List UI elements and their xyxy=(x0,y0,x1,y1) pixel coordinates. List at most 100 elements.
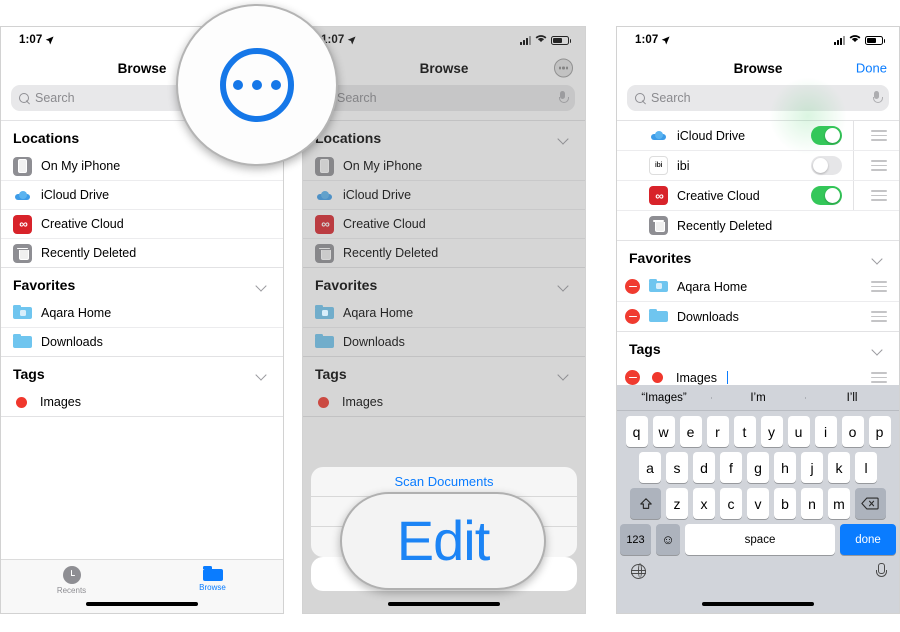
reorder-handle-icon[interactable] xyxy=(871,311,887,322)
key-space[interactable]: space xyxy=(685,524,835,555)
key-e[interactable]: e xyxy=(679,416,702,447)
list-item[interactable]: iCloud Drive xyxy=(1,181,283,210)
key-n[interactable]: n xyxy=(801,488,823,519)
list-item[interactable]: Images xyxy=(303,388,585,417)
chevron-down-icon[interactable] xyxy=(873,255,883,261)
key-q[interactable]: q xyxy=(625,416,648,447)
key-b[interactable]: b xyxy=(774,488,796,519)
key-r[interactable]: r xyxy=(706,416,729,447)
globe-icon[interactable] xyxy=(630,563,646,579)
section-header-tags[interactable]: Tags xyxy=(617,332,899,363)
toggle-ibi[interactable] xyxy=(811,156,842,175)
section-header-favorites[interactable]: Favorites xyxy=(1,268,283,299)
chevron-down-icon[interactable] xyxy=(559,135,569,141)
key-numbers[interactable]: 123 xyxy=(620,524,651,555)
microphone-icon[interactable] xyxy=(558,91,569,105)
tab-browse[interactable]: Browse xyxy=(142,566,283,592)
key-c[interactable]: c xyxy=(720,488,742,519)
microphone-icon[interactable] xyxy=(872,91,883,105)
list-item[interactable]: Recently Deleted xyxy=(1,239,283,268)
page-title: Browse xyxy=(117,60,167,76)
reorder-handle-icon[interactable] xyxy=(871,160,887,171)
list-item[interactable]: Aqara Home xyxy=(1,299,283,328)
folder-special-icon xyxy=(649,277,668,296)
reorder-handle-icon[interactable] xyxy=(871,130,887,141)
key-t[interactable]: t xyxy=(733,416,756,447)
section-header-locations[interactable]: Locations xyxy=(303,121,585,152)
key-o[interactable]: o xyxy=(841,416,864,447)
microphone-icon[interactable] xyxy=(875,563,887,579)
prediction-2[interactable]: I’m xyxy=(711,392,805,404)
reorder-handle-icon[interactable] xyxy=(871,372,887,383)
key-i[interactable]: i xyxy=(814,416,837,447)
chevron-down-icon[interactable] xyxy=(873,346,883,352)
key-d[interactable]: d xyxy=(693,452,715,483)
table-row[interactable]: Downloads xyxy=(617,302,899,332)
home-indicator xyxy=(702,602,814,606)
section-header-tags[interactable]: Tags xyxy=(1,357,283,388)
remove-button[interactable] xyxy=(625,309,640,324)
table-row[interactable]: ibi ibi xyxy=(617,151,899,181)
key-p[interactable]: p xyxy=(868,416,891,447)
tab-recents[interactable]: Recents xyxy=(1,566,142,595)
list-item[interactable]: Downloads xyxy=(1,328,283,357)
table-row[interactable]: Aqara Home xyxy=(617,272,899,302)
list-item[interactable]: Aqara Home xyxy=(303,299,585,328)
key-y[interactable]: y xyxy=(760,416,783,447)
list-item[interactable]: ∞ Creative Cloud xyxy=(303,210,585,239)
cellular-signal-icon xyxy=(520,35,531,45)
search-input[interactable]: Search xyxy=(627,85,889,111)
tag-name-input[interactable]: Images xyxy=(676,371,717,385)
toggle-icloud-drive[interactable] xyxy=(811,126,842,145)
location-arrow-icon xyxy=(45,35,54,45)
key-x[interactable]: x xyxy=(693,488,715,519)
reorder-handle-icon[interactable] xyxy=(871,190,887,201)
key-s[interactable]: s xyxy=(666,452,688,483)
key-h[interactable]: h xyxy=(774,452,796,483)
chevron-down-icon[interactable] xyxy=(257,282,267,288)
list-item[interactable]: Recently Deleted xyxy=(303,239,585,268)
red-tag-dot-icon xyxy=(652,372,663,383)
key-w[interactable]: w xyxy=(652,416,675,447)
table-row[interactable]: iCloud Drive xyxy=(617,121,899,151)
list-item[interactable]: On My iPhone xyxy=(303,152,585,181)
divider xyxy=(853,181,854,210)
keyboard-row-1: q w e r t y u i o p xyxy=(617,411,899,447)
key-k[interactable]: k xyxy=(828,452,850,483)
emoji-icon[interactable]: ☺ xyxy=(656,524,680,555)
list-item[interactable]: iCloud Drive xyxy=(303,181,585,210)
prediction-3[interactable]: I’ll xyxy=(805,392,899,404)
chevron-down-icon[interactable] xyxy=(559,371,569,377)
list-item[interactable]: Downloads xyxy=(303,328,585,357)
browse-list-1: Locations On My iPhone iCloud Drive ∞ Cr… xyxy=(1,120,283,417)
prediction-1[interactable]: “Images” xyxy=(617,392,711,404)
done-button[interactable]: Done xyxy=(856,61,887,76)
remove-button[interactable] xyxy=(625,370,640,385)
chevron-down-icon[interactable] xyxy=(257,371,267,377)
backspace-icon[interactable] xyxy=(855,488,886,519)
key-m[interactable]: m xyxy=(828,488,850,519)
key-a[interactable]: a xyxy=(639,452,661,483)
table-row[interactable]: Recently Deleted xyxy=(617,211,899,241)
key-j[interactable]: j xyxy=(801,452,823,483)
section-header-tags[interactable]: Tags xyxy=(303,357,585,388)
chevron-down-icon[interactable] xyxy=(559,282,569,288)
key-f[interactable]: f xyxy=(720,452,742,483)
search-input[interactable]: Search xyxy=(313,85,575,111)
ellipsis-circle-icon[interactable] xyxy=(554,58,573,78)
key-z[interactable]: z xyxy=(666,488,688,519)
key-l[interactable]: l xyxy=(855,452,877,483)
key-done[interactable]: done xyxy=(840,524,896,555)
key-v[interactable]: v xyxy=(747,488,769,519)
key-u[interactable]: u xyxy=(787,416,810,447)
table-row[interactable]: ∞ Creative Cloud xyxy=(617,181,899,211)
list-item[interactable]: Images xyxy=(1,388,283,417)
key-g[interactable]: g xyxy=(747,452,769,483)
remove-button[interactable] xyxy=(625,279,640,294)
list-item[interactable]: ∞ Creative Cloud xyxy=(1,210,283,239)
section-header-favorites[interactable]: Favorites xyxy=(303,268,585,299)
toggle-creative-cloud[interactable] xyxy=(811,186,842,205)
section-header-favorites[interactable]: Favorites xyxy=(617,241,899,272)
reorder-handle-icon[interactable] xyxy=(871,281,887,292)
shift-icon[interactable] xyxy=(630,488,661,519)
